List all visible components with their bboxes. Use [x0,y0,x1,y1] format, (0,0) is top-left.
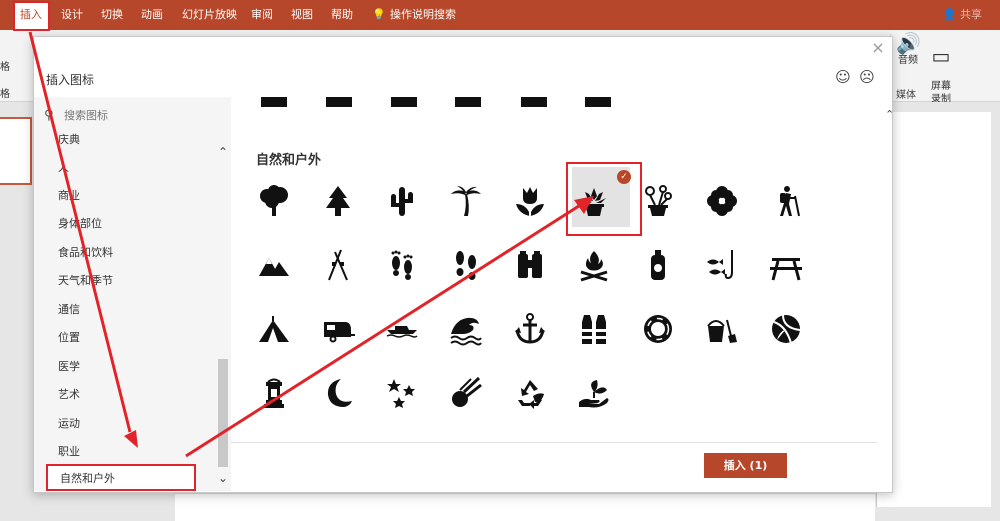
category-item-selected[interactable]: 自然和户外 [46,464,196,491]
plant-hand-icon[interactable] [576,375,612,411]
life-ring-icon[interactable] [640,311,676,347]
category-item[interactable]: 运动 [58,415,80,431]
category-item[interactable]: 医学 [58,358,80,374]
tab-help[interactable]: 帮助 [331,0,353,30]
smile-feedback-icon[interactable]: ☺ [835,69,851,85]
scroll-up-icon[interactable]: ⌃ [218,145,228,159]
tulip-icon[interactable] [512,183,548,219]
wave-icon[interactable] [448,311,484,347]
tab-slideshow[interactable]: 幻灯片放映 [182,0,237,30]
category-item[interactable]: 职业 [58,443,80,459]
hiker-icon[interactable] [768,183,804,219]
tab-insert[interactable]: 插入 [14,2,48,30]
category-item[interactable]: 通信 [58,301,80,317]
scrollbar-thumb[interactable] [218,359,228,467]
screen-record-icon: ▭ [931,44,951,68]
selected-icon-frame [566,162,642,236]
camper-trailer-icon[interactable] [320,311,356,347]
ribbon-fragment-bottom: 格 [0,89,10,100]
palm-tree-icon[interactable] [448,183,484,219]
camping-lantern-icon[interactable] [256,375,292,411]
ribbon-fragment-top: 格 [0,62,10,73]
dialog-title: 插入图标 [46,73,95,87]
search-icon: ⚲ [44,108,54,123]
anchor-icon[interactable] [512,311,548,347]
boat-icon[interactable] [384,311,420,347]
category-item[interactable]: 艺术 [58,386,80,402]
audio-label: 音频 [898,55,918,66]
tab-transitions[interactable]: 切换 [101,0,123,30]
tab-design[interactable]: 设计 [61,0,83,30]
category-item[interactable]: 商业 [58,187,80,203]
beach-ball-icon[interactable] [768,311,804,347]
binoculars-icon[interactable] [512,247,548,283]
close-icon[interactable]: × [868,38,888,58]
media-group-label: 媒体 [896,90,916,101]
share-label: 共享 [960,8,982,21]
scroll-down-icon[interactable]: ⌄ [218,471,228,485]
tent-icon[interactable] [256,311,292,347]
flower-icon[interactable] [704,183,740,219]
fish-hook-icon[interactable] [704,247,740,283]
lightbulb-icon: 💡 [372,8,386,21]
category-item[interactable]: 身体部位 [58,215,102,231]
section-title: 自然和户外 [256,153,322,168]
person-icon: 👤 [942,8,957,21]
icon-gallery: 自然和户外 ✓ 插入 (1) [231,97,877,491]
category-sidebar: ⚲ 庆典 人 商业 身体部位 食品和饮料 天气和季节 通信 位置 医学 艺术 运… [34,97,231,491]
campfire-icon[interactable] [576,247,612,283]
life-vest-icon[interactable] [576,311,612,347]
footprints-icon[interactable] [384,247,420,283]
trekking-poles-icon[interactable] [320,247,356,283]
tab-review[interactable]: 审阅 [251,0,273,30]
search-input[interactable] [64,105,214,127]
tab-animations[interactable]: 动画 [141,0,163,30]
slide-thumbnail[interactable] [0,117,32,185]
partial-icon-row [261,97,611,107]
recycle-icon[interactable] [512,375,548,411]
footer-divider [231,442,877,443]
category-item[interactable]: 庆典 [58,131,80,147]
category-item[interactable]: 天气和季节 [58,272,113,288]
meteor-icon[interactable] [448,375,484,411]
cactus-icon[interactable] [384,183,420,219]
category-item[interactable]: 位置 [58,329,80,345]
tab-view[interactable]: 视图 [291,0,313,30]
tell-me-search[interactable]: 💡 操作说明搜索 [372,0,456,30]
mountains-icon[interactable] [256,247,292,283]
category-item[interactable]: 人 [58,159,69,175]
insert-icons-dialog: × 插入图标 ☺ ☹ ⚲ 庆典 人 商业 身体部位 食品和饮料 天气和季节 通信… [33,36,894,493]
picnic-table-icon[interactable] [768,247,804,283]
ribbon-tab-bar: 插入 设计 切换 动画 幻灯片放映 审阅 视图 帮助 💡 操作说明搜索 👤 共享 [0,0,1000,30]
audio-button[interactable]: 🔊 音频 [896,31,921,67]
moon-icon[interactable] [320,375,356,411]
sand-bucket-icon[interactable] [704,311,740,347]
category-item[interactable]: 食品和饮料 [58,244,113,260]
tree-icon[interactable] [256,183,292,219]
content-scroll-up-icon[interactable]: ⌃ [885,108,894,121]
frown-feedback-icon[interactable]: ☹ [859,69,875,85]
slide-canvas[interactable] [876,112,991,507]
speaker-icon: 🔊 [896,31,921,55]
pine-tree-icon[interactable] [320,183,356,219]
notes-panel[interactable] [175,493,875,521]
check-icon: ✓ [617,170,631,184]
share-button[interactable]: 👤 共享 [943,0,982,30]
insert-button[interactable]: 插入 (1) [704,453,787,478]
search-box[interactable]: ⚲ [42,105,222,127]
stars-icon[interactable] [384,375,420,411]
lantern-bottle-icon[interactable] [640,247,676,283]
flower-pot-icon[interactable] [640,183,676,219]
shoe-prints-icon[interactable] [448,247,484,283]
tell-me-label: 操作说明搜索 [390,8,456,21]
